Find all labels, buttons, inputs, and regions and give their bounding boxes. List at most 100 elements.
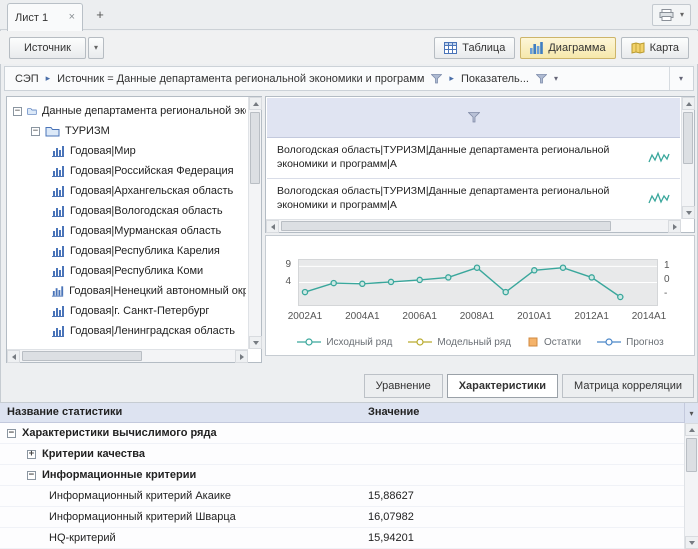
tab-characteristics[interactable]: Характеристики <box>447 374 558 398</box>
statistics-table: Название статистики Значение ▾ Характери… <box>0 402 698 549</box>
indicator-filter-text[interactable]: Показатель... <box>461 73 529 85</box>
tab-correlation-matrix-label: Матрица корреляции <box>574 380 682 392</box>
stats-row-group[interactable]: Критерии качества <box>0 444 684 465</box>
tree-node-series[interactable]: Годовая|Ленинградская область <box>8 321 246 341</box>
axis-tick-label: - <box>664 288 667 299</box>
tree-node-series[interactable]: Годовая|Республика Коми <box>8 261 246 281</box>
filterbar-menu-button[interactable]: ▾ <box>679 75 683 83</box>
stats-row[interactable]: HQ-критерий 15,94201 <box>0 528 684 549</box>
axis-tick-label: 2014A1 <box>628 311 670 322</box>
tree-node-series[interactable]: Годовая|Мир <box>8 141 246 161</box>
scrollbar-thumb[interactable] <box>686 438 697 472</box>
filterbar-menu-group: ▾ <box>669 67 683 90</box>
scroll-left-button[interactable] <box>266 220 279 233</box>
scroll-right-button[interactable] <box>235 350 248 363</box>
legend-item-residuals[interactable]: Остатки <box>526 337 581 348</box>
tree-node-series[interactable]: Годовая|г. Санкт-Петербург <box>8 301 246 321</box>
legend-item-source-series[interactable]: Исходный ряд <box>296 337 392 348</box>
chevron-right-icon: ▸ <box>449 74 454 83</box>
axis-tick-label: 0 <box>664 274 670 285</box>
collapse-icon[interactable] <box>7 429 16 438</box>
scroll-right-button[interactable] <box>668 220 681 233</box>
x-axis-labels: 2002A12004A12006A12008A12010A12012A12014… <box>298 311 678 324</box>
scrollbar-thumb[interactable] <box>281 221 611 231</box>
scroll-up-button[interactable] <box>682 97 695 110</box>
filter-icon[interactable] <box>536 74 547 84</box>
series-list-header[interactable] <box>267 98 680 138</box>
scroll-up-button[interactable] <box>249 97 262 110</box>
scroll-up-button[interactable] <box>685 423 698 436</box>
filter-icon[interactable] <box>431 74 442 84</box>
tree-node-series[interactable]: Годовая|Российская Федерация <box>8 161 246 181</box>
print-button[interactable]: ▾ <box>652 4 691 26</box>
stats-row-group[interactable]: Информационные критерии <box>0 465 684 486</box>
source-button[interactable]: Источник <box>9 37 86 59</box>
stats-row[interactable]: Информационный критерий Шварца 16,07982 <box>0 507 684 528</box>
tree-node-tourism[interactable]: ТУРИЗМ <box>8 121 246 141</box>
close-icon[interactable]: × <box>69 12 75 23</box>
scroll-down-button[interactable] <box>682 206 695 219</box>
legend-line-circle-marker <box>596 337 622 347</box>
tab-equation[interactable]: Уравнение <box>364 374 443 398</box>
expand-icon[interactable] <box>27 450 36 459</box>
chevron-down-icon[interactable]: ▾ <box>554 75 558 83</box>
scrollbar-thumb[interactable] <box>22 351 142 361</box>
stats-row[interactable]: Информационный критерий Акаике 15,88627 <box>0 486 684 507</box>
view-switch-group: Таблица Диаграмма Карта <box>434 37 689 59</box>
tree-node-root[interactable]: Данные департамента региональной экономи… <box>8 101 246 121</box>
axis-tick-label: 2004A1 <box>341 311 383 322</box>
column-menu-button[interactable]: ▾ <box>684 403 698 423</box>
tree-node-label: Годовая|Мир <box>70 145 136 157</box>
scrollbar-thumb[interactable] <box>683 112 693 164</box>
scroll-down-button[interactable] <box>249 336 262 349</box>
legend-item-model-series[interactable]: Модельный ряд <box>407 337 511 348</box>
scroll-down-button[interactable] <box>685 536 698 549</box>
tree-vertical-scrollbar[interactable] <box>248 97 261 349</box>
map-view-button[interactable]: Карта <box>621 37 689 59</box>
series-icon <box>51 145 65 157</box>
column-header-statistic-name[interactable]: Название статистики <box>7 406 122 418</box>
tree-horizontal-scrollbar[interactable] <box>7 349 248 362</box>
series-list-horizontal-scrollbar[interactable] <box>266 219 681 232</box>
axis-tick-label: 2002A1 <box>284 311 326 322</box>
tab-sheet1[interactable]: Лист 1 × <box>7 3 83 31</box>
tree-node-label: Данные департамента региональной экономи… <box>42 105 246 117</box>
collapse-icon[interactable] <box>27 471 36 480</box>
stat-name: Критерии качества <box>42 448 145 460</box>
divider <box>669 67 670 90</box>
series-list-vertical-scrollbar[interactable] <box>681 97 694 219</box>
tree-node-series[interactable]: Годовая|Мурманская область <box>8 221 246 241</box>
series-list-row[interactable]: Вологодская область|ТУРИЗМ|Данные департ… <box>267 179 680 220</box>
series-icon <box>51 325 65 337</box>
series-icon <box>51 205 65 217</box>
add-sheet-button[interactable]: + <box>92 7 108 23</box>
chevron-down-icon[interactable]: ▾ <box>680 11 684 19</box>
collapse-icon[interactable] <box>31 127 40 136</box>
collapse-icon[interactable] <box>13 107 22 116</box>
tree-node-label: Годовая|г. Санкт-Петербург <box>70 305 209 317</box>
chart-plot-area[interactable] <box>298 259 658 306</box>
sheet-tab-bar: Лист 1 × + ▾ <box>0 0 698 30</box>
stat-name: HQ-критерий <box>49 532 116 544</box>
column-header-value[interactable]: Значение <box>368 406 419 418</box>
breadcrumb-root[interactable]: СЭП <box>15 73 39 85</box>
legend-item-forecast[interactable]: Прогноз <box>596 337 664 348</box>
stat-value: 15,88627 <box>368 490 414 502</box>
tree-node-series[interactable]: Годовая|Архангельская область <box>8 181 246 201</box>
scrollbar-thumb[interactable] <box>250 112 260 184</box>
source-filter-text[interactable]: Источник = Данные департамента региональ… <box>57 73 424 85</box>
tree-node-series[interactable]: Годовая|Ненецкий автономный округ <box>8 281 246 301</box>
tree-node-series[interactable]: Годовая|Вологодская область <box>8 201 246 221</box>
filter-icon[interactable] <box>468 112 480 123</box>
chart-view-button[interactable]: Диаграмма <box>520 37 615 59</box>
stats-row-group[interactable]: Характеристики вычислимого ряда <box>0 423 684 444</box>
tab-correlation-matrix[interactable]: Матрица корреляции <box>562 374 694 398</box>
tree-node-label: Годовая|Российская Федерация <box>70 165 234 177</box>
tree-node-series[interactable]: Годовая|Республика Карелия <box>8 241 246 261</box>
table-view-button[interactable]: Таблица <box>434 37 515 59</box>
series-list-row[interactable]: Вологодская область|ТУРИЗМ|Данные департ… <box>267 138 680 179</box>
y-axis-labels-right: 10- <box>662 259 690 306</box>
scroll-left-button[interactable] <box>7 350 20 363</box>
statistics-vertical-scrollbar[interactable] <box>684 423 698 549</box>
source-dropdown-button[interactable]: ▾ <box>88 37 104 59</box>
